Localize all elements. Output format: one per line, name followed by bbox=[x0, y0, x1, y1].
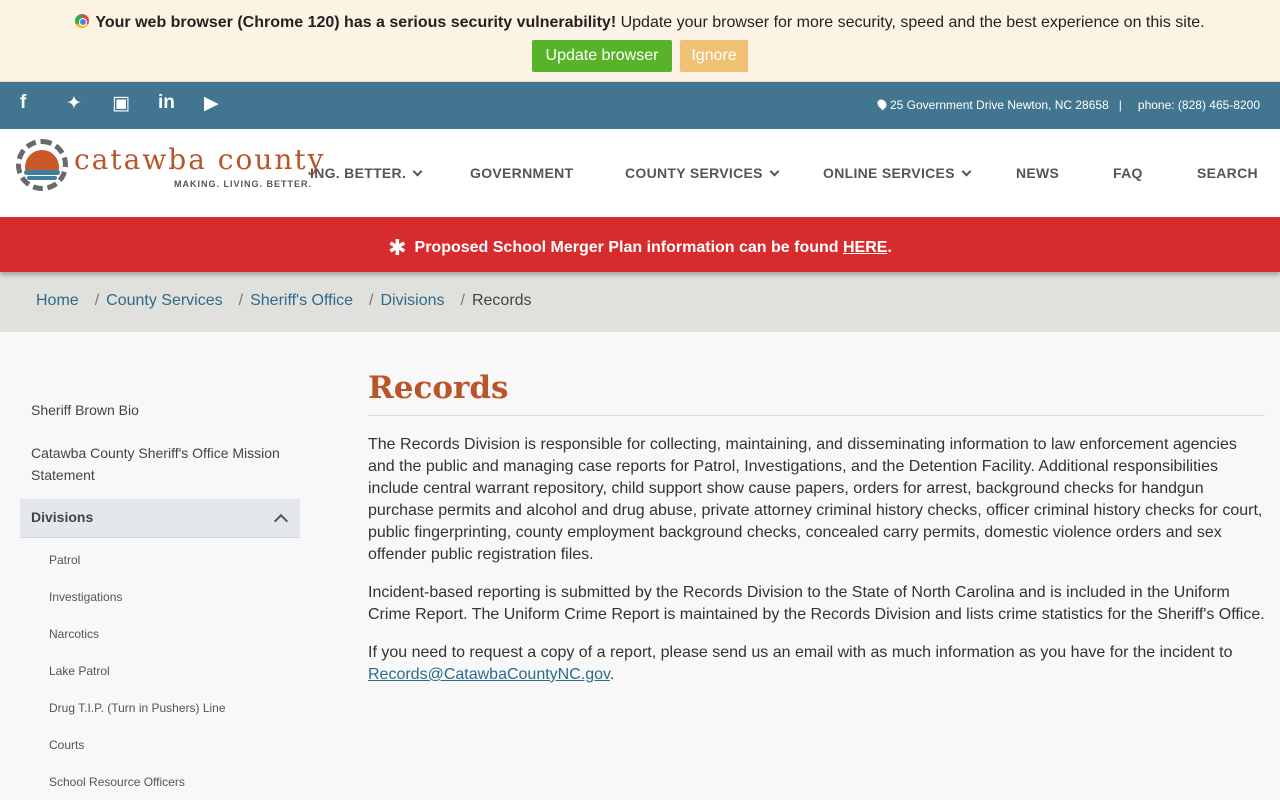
breadcrumb-sheriffs-office[interactable]: Sheriff's Office bbox=[250, 292, 353, 309]
nav-label: NEWS bbox=[1016, 165, 1060, 181]
logo-tagline: MAKING. LIVING. BETTER. bbox=[174, 179, 313, 189]
site-header: catawba county MAKING. LIVING. BETTER. I… bbox=[0, 129, 1280, 217]
ignore-button[interactable]: Ignore bbox=[680, 40, 748, 72]
address[interactable]: 25 Government Drive Newton, NC 28658 bbox=[890, 98, 1109, 112]
sidebar-subitem-investigations[interactable]: Investigations bbox=[49, 590, 122, 604]
nav-government[interactable]: GOVERNMENT bbox=[470, 165, 573, 181]
linkedin-icon[interactable]: in bbox=[156, 92, 202, 118]
breadcrumb-separator: / bbox=[238, 292, 244, 309]
asterisk-icon: ✱ bbox=[388, 235, 407, 260]
facebook-icon[interactable]: f bbox=[18, 92, 64, 118]
alert-message: ✱ Proposed School Merger Plan information… bbox=[0, 235, 1280, 261]
records-paragraph-3: If you need to request a copy of a repor… bbox=[368, 642, 1265, 686]
chevron-down-icon bbox=[961, 166, 972, 177]
request-end: . bbox=[609, 666, 615, 683]
nav-label: ONLINE SERVICES bbox=[823, 165, 955, 181]
twitter-icon[interactable]: ✦ bbox=[64, 92, 110, 118]
breadcrumb-county-services[interactable]: County Services bbox=[106, 292, 223, 309]
alert-end: . bbox=[887, 239, 892, 256]
sidebar-subitem-courts[interactable]: Courts bbox=[49, 738, 84, 752]
records-email-link[interactable]: Records@CatawbaCountyNC.gov bbox=[368, 666, 610, 683]
nav-online-services[interactable]: ONLINE SERVICES bbox=[823, 165, 972, 181]
update-browser-button[interactable]: Update browser bbox=[532, 40, 672, 72]
nav-label: COUNTY SERVICES bbox=[625, 165, 763, 181]
catawba-county-logo[interactable]: catawba county MAKING. LIVING. BETTER. bbox=[16, 139, 323, 203]
sidebar-item-sheriff-bio[interactable]: Sheriff Brown Bio bbox=[31, 399, 296, 421]
sidebar-subitem-school-resource-officers[interactable]: School Resource Officers bbox=[49, 775, 185, 789]
main-nav: ING. BETTER. GOVERNMENT COUNTY SERVICES … bbox=[310, 129, 1270, 217]
chevron-down-icon bbox=[769, 166, 780, 177]
sidebar-subitem-patrol[interactable]: Patrol bbox=[49, 553, 80, 567]
breadcrumb: Home / County Services / Sheriff's Office / Di… bbox=[36, 292, 532, 310]
contact-separator: | bbox=[1118, 98, 1122, 112]
contact-info: 25 Government Drive Newton, NC 28658 | pho… bbox=[875, 97, 1260, 112]
nav-search[interactable]: SEARCH bbox=[1197, 165, 1258, 181]
breadcrumb-current: Records bbox=[471, 292, 532, 309]
alert-here-link[interactable]: HERE bbox=[843, 239, 887, 256]
request-text: If you need to request a copy of a repor… bbox=[368, 644, 1233, 661]
chevron-down-icon bbox=[412, 166, 423, 177]
map-pin-icon bbox=[875, 97, 889, 111]
breadcrumb-separator: / bbox=[369, 292, 374, 309]
youtube-icon[interactable]: ▶ bbox=[202, 92, 248, 118]
sidebar-item-divisions[interactable]: Divisions bbox=[20, 499, 300, 538]
chrome-icon bbox=[75, 14, 90, 28]
warning-rest-text: Update your browser for more security, s… bbox=[616, 14, 1205, 31]
breadcrumb-separator: / bbox=[94, 292, 100, 309]
logo-mark-icon bbox=[16, 139, 68, 191]
instagram-icon[interactable]: ▣ bbox=[110, 92, 156, 118]
phone[interactable]: phone: (828) 465-8200 bbox=[1138, 98, 1260, 112]
sidebar-subitem-lake-patrol[interactable]: Lake Patrol bbox=[49, 664, 110, 678]
main-content: Records The Records Division is responsi… bbox=[368, 370, 1265, 686]
nav-news[interactable]: NEWS bbox=[1016, 165, 1059, 181]
logo-name: catawba county bbox=[74, 143, 326, 176]
sidebar-item-mission-statement[interactable]: Catawba County Sheriff's Office Mission … bbox=[31, 442, 296, 486]
browser-warning-bar: Your web browser (Chrome 120) has a seri… bbox=[0, 0, 1280, 82]
records-paragraph-2: Incident-based reporting is submitted by… bbox=[368, 584, 1265, 623]
nav-living-better[interactable]: ING. BETTER. bbox=[310, 165, 423, 181]
nav-label: ING. BETTER. bbox=[310, 165, 407, 181]
sidebar-active-label: Divisions bbox=[31, 509, 94, 525]
nav-label: SEARCH bbox=[1197, 165, 1258, 181]
browser-warning-message: Your web browser (Chrome 120) has a seri… bbox=[0, 14, 1280, 32]
alert-bar: ✱ Proposed School Merger Plan information… bbox=[0, 217, 1280, 272]
warning-bold-text: Your web browser (Chrome 120) has a seri… bbox=[95, 14, 617, 31]
alert-text: Proposed School Merger Plan information … bbox=[414, 239, 843, 256]
nav-label: FAQ bbox=[1113, 165, 1143, 181]
page-title: Records bbox=[368, 370, 1265, 416]
records-paragraph-1: The Records Division is responsible for … bbox=[368, 436, 1263, 563]
social-contact-bar: f ✦ ▣ in ▶ 25 Government Drive Newton, N… bbox=[0, 82, 1280, 129]
breadcrumb-separator: / bbox=[460, 292, 465, 309]
breadcrumb-divisions[interactable]: Divisions bbox=[381, 292, 445, 309]
nav-county-services[interactable]: COUNTY SERVICES bbox=[625, 165, 780, 181]
chevron-up-icon[interactable] bbox=[273, 513, 289, 529]
breadcrumb-home[interactable]: Home bbox=[36, 292, 79, 309]
nav-label: GOVERNMENT bbox=[470, 165, 574, 181]
breadcrumb-bar: Home / County Services / Sheriff's Office / Di… bbox=[0, 272, 1280, 332]
sidebar-subitem-drug-tip[interactable]: Drug T.I.P. (Turn in Pushers) Line bbox=[49, 701, 226, 715]
sidebar-subitem-narcotics[interactable]: Narcotics bbox=[49, 627, 99, 641]
social-icons: f ✦ ▣ in ▶ bbox=[18, 92, 248, 118]
nav-faq[interactable]: FAQ bbox=[1113, 165, 1143, 181]
